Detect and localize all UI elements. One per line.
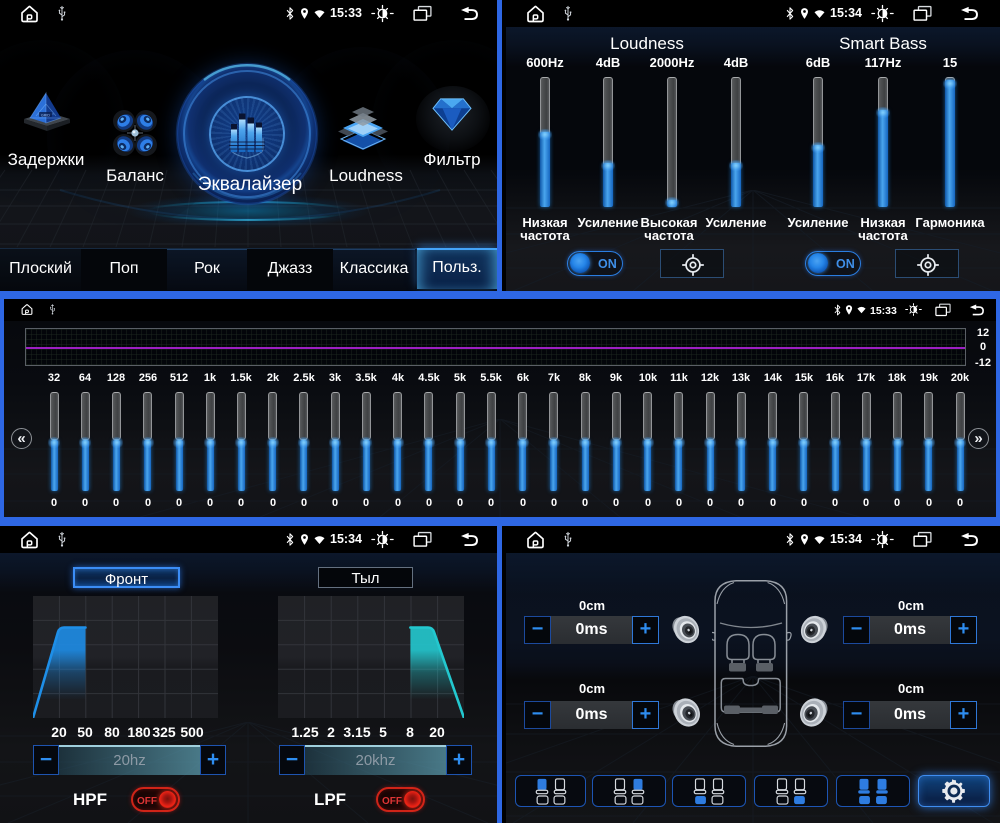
svg-text:GRID: GRID [41,113,50,117]
